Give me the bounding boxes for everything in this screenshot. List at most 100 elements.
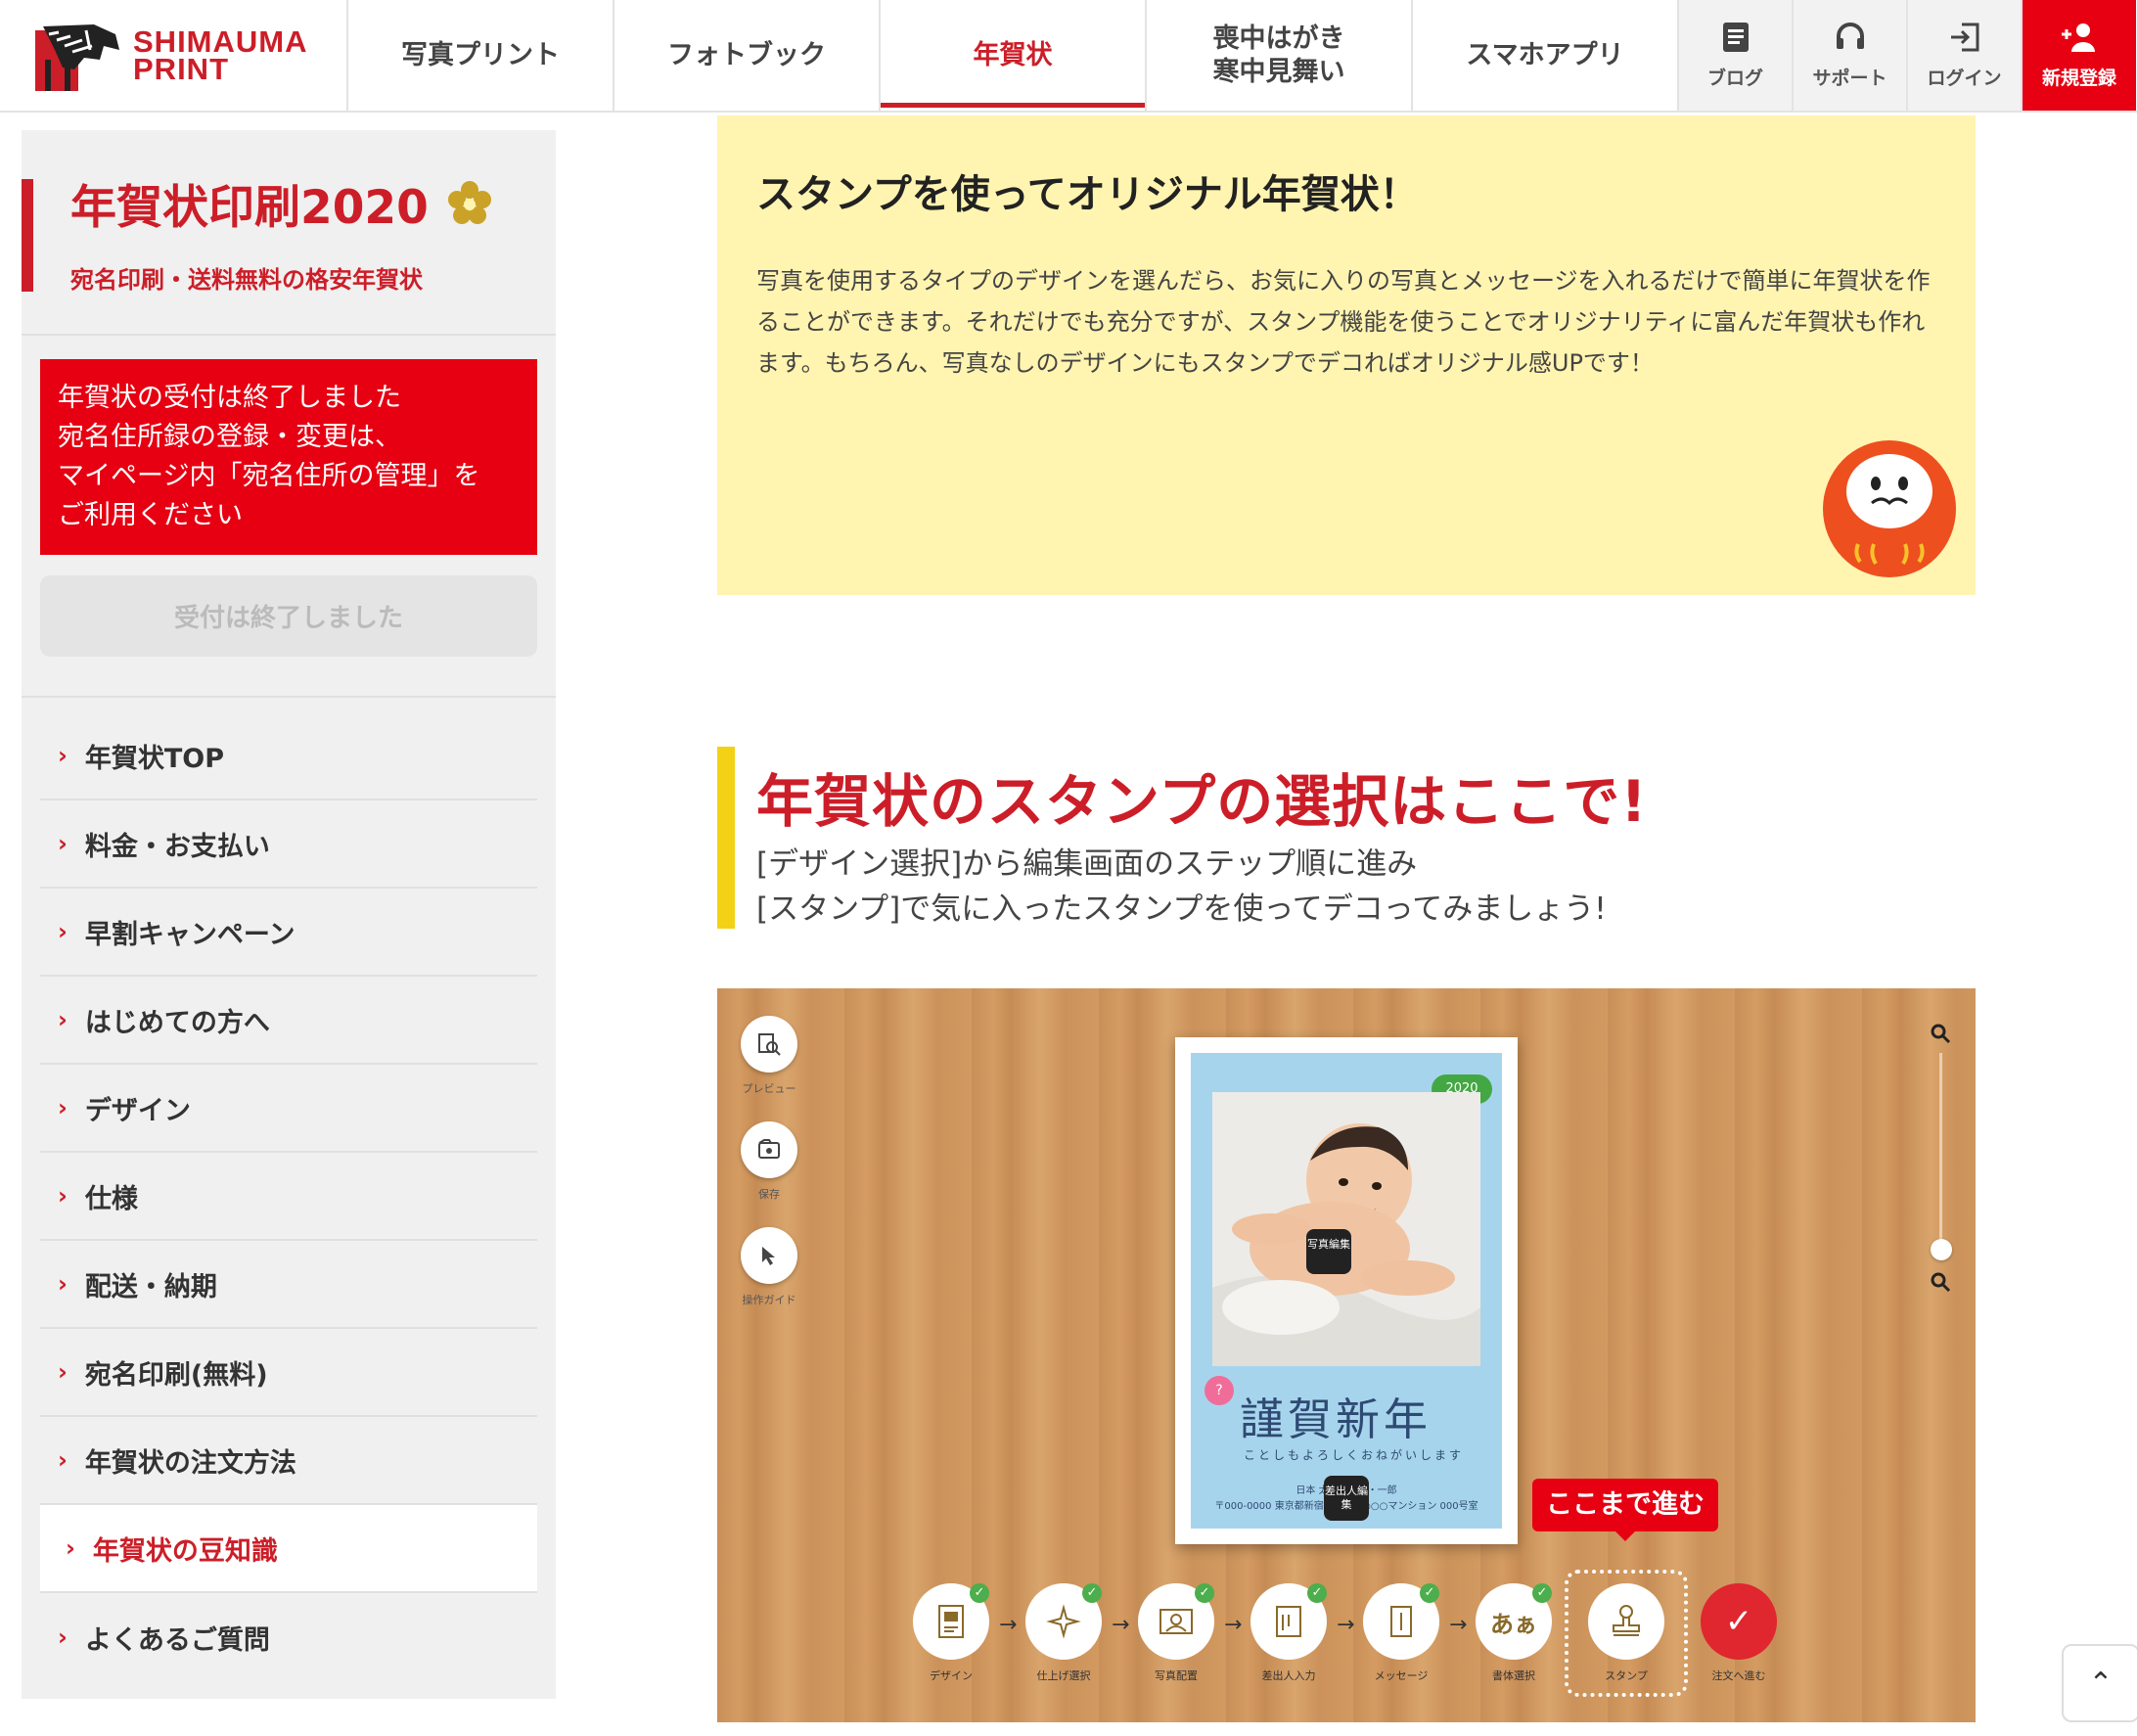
- nav-photobook[interactable]: フォトブック: [614, 0, 881, 111]
- sidebar-item-pricing[interactable]: › 料金・お支払い: [40, 800, 537, 889]
- blog-icon: [1722, 23, 1749, 52]
- nav-photo-print[interactable]: 写真プリント: [348, 0, 614, 111]
- step-stamp[interactable]: スタンプ: [1588, 1583, 1664, 1683]
- sidebar-title: 年賀状印刷2020: [70, 169, 556, 237]
- section-desc-line2: [スタンプ]で気に入ったスタンプを使ってデコってみましょう!: [756, 891, 1607, 927]
- support-button[interactable]: サポート: [1794, 0, 1908, 111]
- sidebar-item-label: 年賀状TOP: [84, 743, 225, 774]
- site-header: SHIMAUMA PRINT 写真プリント フォトブック 年賀状 喪中はがき 寒…: [0, 0, 2137, 113]
- sidebar-item-faq[interactable]: › よくあるご質問: [40, 1593, 537, 1681]
- tool-label: 保存: [758, 1188, 780, 1201]
- sidebar-item-early-discount[interactable]: › 早割キャンペーン: [40, 889, 537, 977]
- notice-line: 年賀状の受付は終了しました: [58, 383, 401, 413]
- preview-tool[interactable]: プレビュー: [741, 1016, 797, 1096]
- zebra-logo-icon: [35, 21, 121, 91]
- arrow-right-icon: →: [1337, 1613, 1355, 1637]
- intro-box: スタンプを使ってオリジナル年賀状！ 写真を使用するタイプのデザインを選んだら、お…: [717, 115, 1976, 595]
- sidebar-item-address-printing[interactable]: › 宛名印刷(無料): [40, 1329, 537, 1417]
- zoom-slider[interactable]: [1929, 1014, 1952, 1298]
- sidebar-item-label: 料金・お支払い: [84, 831, 270, 862]
- sidebar-item-first-time[interactable]: › はじめての方へ: [40, 977, 537, 1065]
- sidebar-item-nengajo-top[interactable]: › 年賀状TOP: [40, 712, 537, 800]
- intro-title: スタンプを使ってオリジナル年賀状！: [756, 172, 1419, 217]
- chevron-right-icon: ›: [58, 830, 68, 857]
- greeting-subtext: ことしもよろしくおねがいします: [1244, 1448, 1465, 1462]
- section-desc-line1: [デザイン選択]から編集画面のステップ順に進み: [756, 846, 1418, 882]
- design-icon: [938, 1605, 964, 1638]
- step-message[interactable]: ✓ メッセージ: [1363, 1583, 1439, 1683]
- sidebar-item-label: はじめての方へ: [84, 1007, 270, 1038]
- sidebar-item-label: 配送・納期: [84, 1271, 217, 1302]
- sidebar-item-how-to-order[interactable]: › 年賀状の注文方法: [40, 1417, 537, 1505]
- cursor-icon: [762, 1247, 775, 1265]
- scroll-to-top-button[interactable]: ⌃: [2062, 1644, 2137, 1722]
- check-icon: ✓: [970, 1583, 989, 1603]
- photo-icon: [1159, 1609, 1193, 1634]
- sidebar: 年賀状印刷2020 宛名印刷・送料無料の格安年賀状 年賀状の受付は終了しました …: [22, 130, 556, 1699]
- login-label: ログイン: [1927, 68, 2002, 89]
- add-user-icon: [2062, 23, 2095, 52]
- step-label: 写真配置: [1155, 1669, 1198, 1682]
- editor-preview: プレビュー 保存 操作ガイド 2020 写真編集 ? 謹賀新年 ことしもよろしく…: [717, 988, 1976, 1722]
- sparkle-icon: [1046, 1604, 1081, 1639]
- nav-nengajo[interactable]: 年賀状: [881, 0, 1147, 111]
- sender-icon: [1276, 1606, 1301, 1637]
- login-button[interactable]: ログイン: [1908, 0, 2023, 111]
- support-label: サポート: [1812, 68, 1887, 89]
- sidebar-item-label: よくあるご質問: [84, 1624, 270, 1656]
- chevron-right-icon: ›: [58, 1182, 68, 1210]
- sidebar-header: 年賀状印刷2020 宛名印刷・送料無料の格安年賀状: [22, 130, 556, 336]
- preview-icon: [758, 1033, 781, 1056]
- sidebar-title-text: 年賀状印刷2020: [70, 181, 429, 235]
- site-logo[interactable]: SHIMAUMA PRINT: [0, 0, 348, 111]
- sidebar-item-specs[interactable]: › 仕様: [40, 1153, 537, 1241]
- chevron-right-icon: ›: [58, 742, 68, 769]
- blog-button[interactable]: ブログ: [1679, 0, 1794, 111]
- step-design[interactable]: ✓ デザイン: [913, 1583, 989, 1683]
- step-photo[interactable]: ✓ 写真配置: [1138, 1583, 1214, 1683]
- step-finish[interactable]: ✓ 仕上げ選択: [1025, 1583, 1102, 1683]
- sidebar-item-design[interactable]: › デザイン: [40, 1065, 537, 1153]
- chevron-right-icon: ›: [58, 1358, 68, 1386]
- section-description: [デザイン選択]から編集画面のステップ順に進み [スタンプ]で気に入ったスタンプ…: [756, 842, 1607, 932]
- step-label: スタンプ: [1605, 1669, 1648, 1682]
- nav-smartphone-app[interactable]: スマホアプリ: [1413, 0, 1679, 111]
- chevron-right-icon: ›: [66, 1534, 75, 1562]
- proceed-here-callout: ここまで進む: [1532, 1479, 1718, 1541]
- step-sender[interactable]: ✓ 差出人入力: [1250, 1583, 1327, 1683]
- sidebar-item-label: 年賀状の豆知識: [92, 1535, 278, 1567]
- zoom-handle[interactable]: [1931, 1239, 1952, 1260]
- nav-mourning-cards[interactable]: 喪中はがき 寒中見舞い: [1147, 0, 1413, 111]
- intro-body: 写真を使用するタイプのデザインを選んだら、お気に入りの写真とメッセージを入れるだ…: [756, 267, 1931, 377]
- photo-edit-tag[interactable]: 写真編集: [1306, 1229, 1351, 1274]
- chevron-right-icon: ›: [58, 918, 68, 945]
- sidebar-divider: [22, 696, 556, 698]
- step-font[interactable]: あぁ ✓ 書体選択: [1476, 1583, 1552, 1683]
- sidebar-item-label: 仕様: [84, 1183, 138, 1214]
- help-badge[interactable]: ?: [1205, 1376, 1234, 1405]
- step-label: デザイン: [930, 1669, 973, 1682]
- arrow-right-icon: →: [1449, 1613, 1468, 1637]
- zoom-track: [1939, 1053, 1942, 1239]
- section-title: 年賀状のスタンプの選択はここで!: [756, 768, 1648, 835]
- chevron-right-icon: ›: [58, 1446, 68, 1474]
- signup-button[interactable]: 新規登録: [2023, 0, 2136, 111]
- sidebar-item-label: 宛名印刷(無料): [84, 1359, 268, 1391]
- sender-edit-tag[interactable]: 差出人編集: [1324, 1476, 1369, 1521]
- sidebar-item-label: 早割キャンペーン: [84, 919, 296, 950]
- step-label: 仕上げ選択: [1036, 1669, 1091, 1682]
- sidebar-subtitle: 宛名印刷・送料無料の格安年賀状: [70, 266, 423, 294]
- chevron-right-icon: ›: [58, 1006, 68, 1033]
- guide-tool[interactable]: 操作ガイド: [741, 1227, 797, 1307]
- order-closed-button: 受付は終了しました: [40, 575, 537, 657]
- proceed-to-order-button[interactable]: ✓ 注文へ進む: [1701, 1583, 1777, 1683]
- save-tool[interactable]: 保存: [741, 1121, 797, 1202]
- sidebar-item-trivia[interactable]: › 年賀状の豆知識: [40, 1505, 537, 1593]
- card-preview[interactable]: 2020 写真編集 ? 謹賀新年 ことしもよろしくおねがいします 日本 〒000…: [1175, 1037, 1518, 1544]
- font-icon: あぁ: [1490, 1610, 1537, 1638]
- check-icon: ✓: [1420, 1583, 1439, 1603]
- sidebar-item-delivery[interactable]: › 配送・納期: [40, 1241, 537, 1329]
- sidebar-item-label: デザイン: [84, 1095, 191, 1126]
- step-label: 差出人入力: [1261, 1669, 1316, 1682]
- brand-name: SHIMAUMA PRINT: [133, 23, 308, 86]
